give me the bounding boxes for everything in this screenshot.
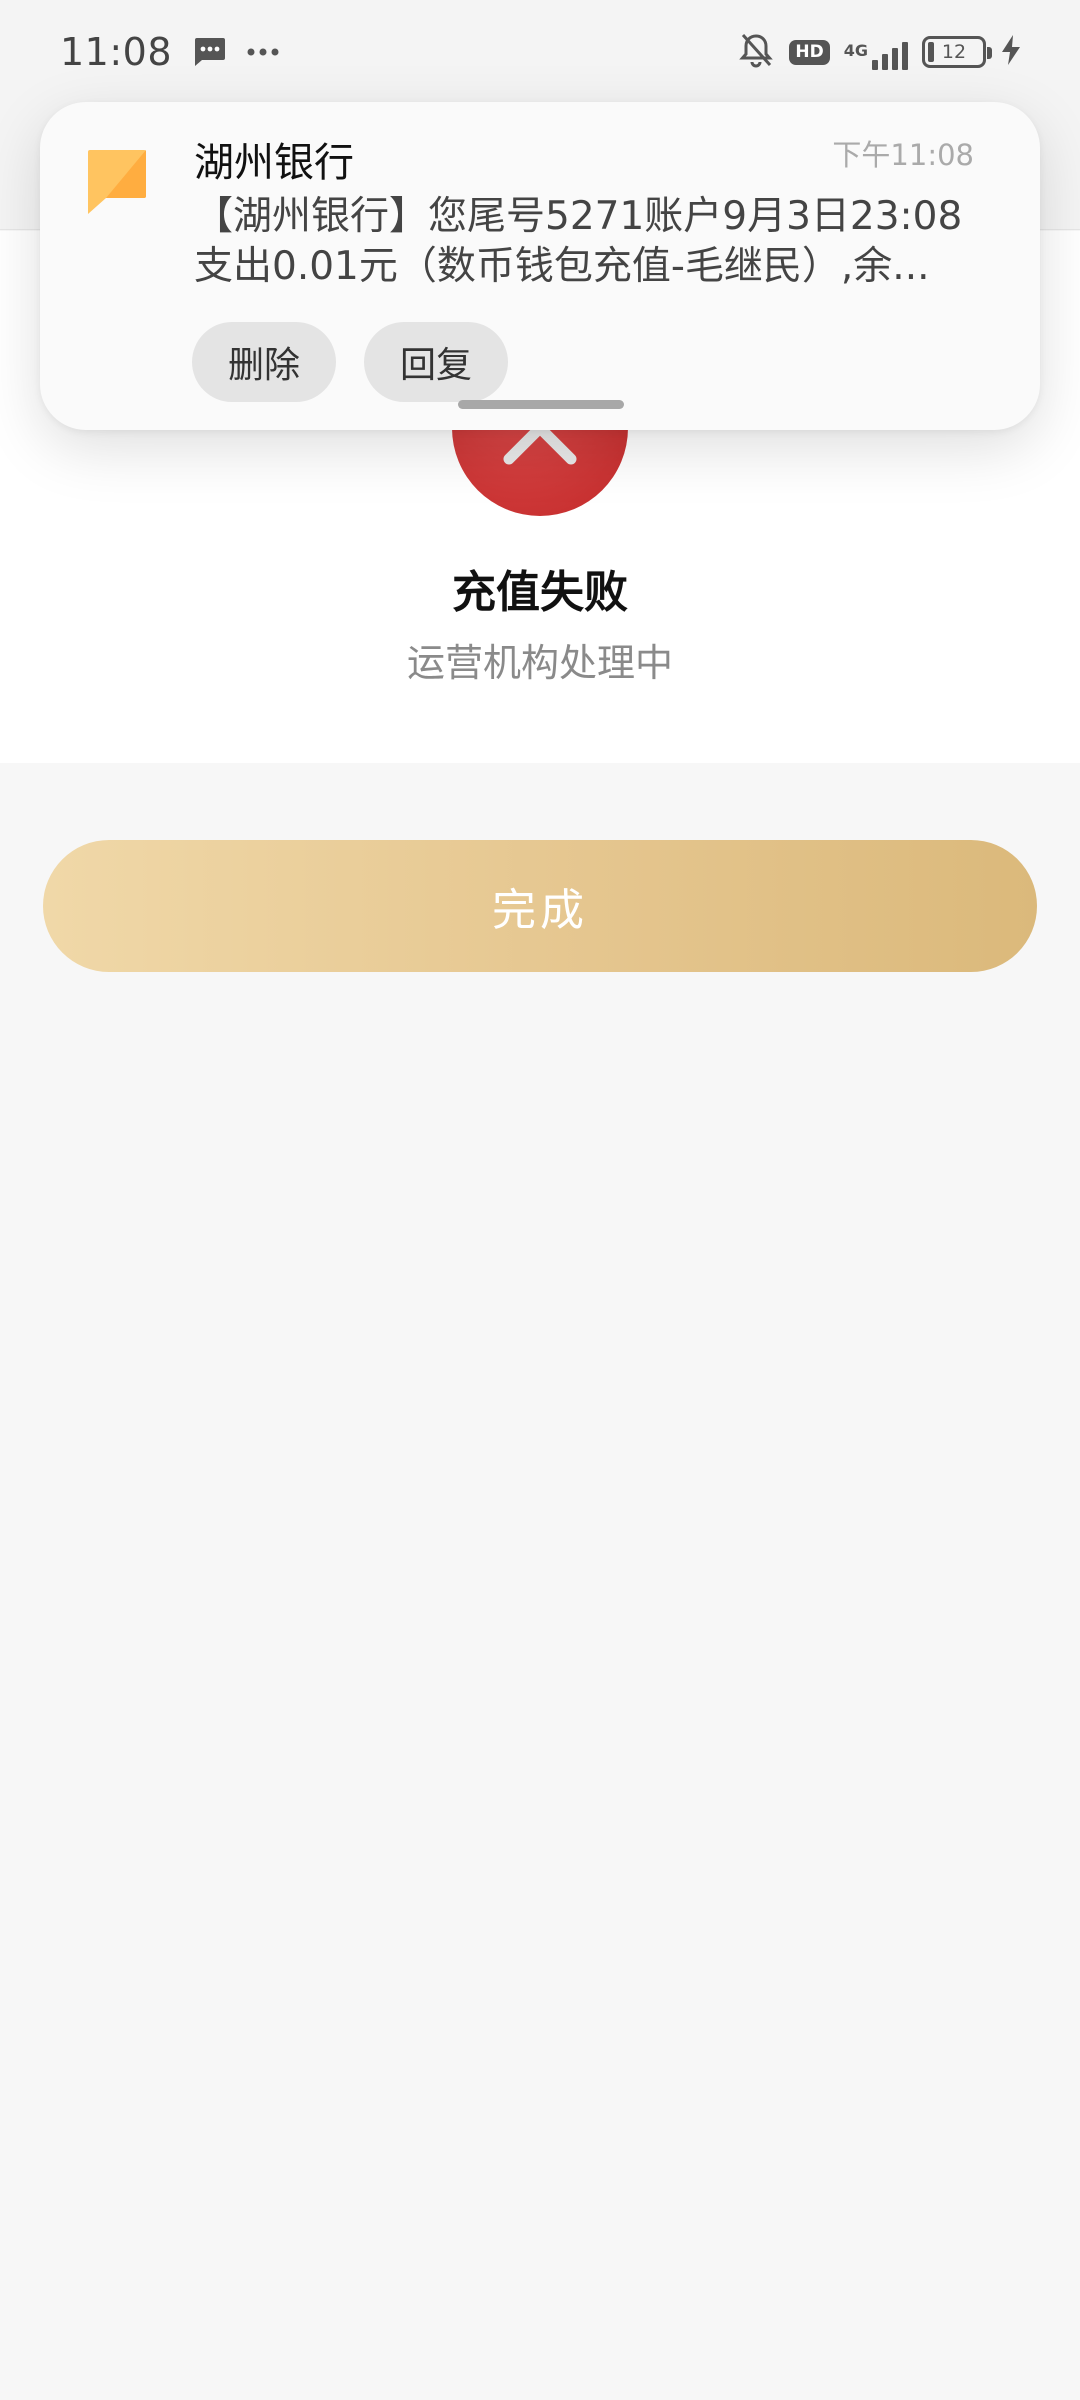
notification-time: 下午11:08 — [832, 138, 974, 172]
sms-notification[interactable]: 湖州银行 下午11:08 【湖州银行】您尾号5271账户9月3日23:08 支出… — [40, 102, 1040, 430]
done-button[interactable]: 完成 — [43, 840, 1037, 972]
signal-bar — [872, 60, 878, 70]
battery-icon: 12 — [922, 36, 992, 68]
delete-button[interactable]: 删除 — [192, 322, 337, 402]
signal-bar — [892, 48, 898, 70]
status-right: HD 4G 12 — [737, 31, 1022, 73]
signal-bar — [902, 42, 908, 70]
message-icon — [192, 36, 226, 68]
charging-bolt-icon — [1000, 34, 1022, 70]
battery-fill — [928, 42, 934, 62]
signal-strength-icon: 4G — [844, 34, 908, 70]
notification-body-line: 【湖州银行】您尾号5271账户9月3日23:08 — [194, 194, 963, 239]
more-dots-icon — [246, 47, 280, 57]
status-left: 11:08 — [60, 30, 280, 74]
hd-badge: HD — [789, 39, 830, 65]
status-subtitle: 运营机构处理中 — [406, 641, 673, 685]
notification-body-line: 支出0.01元（数币钱包充值-毛继民）,余... — [194, 244, 930, 289]
notification-app-name: 湖州银行 — [194, 140, 354, 186]
signal-bar — [882, 54, 888, 70]
status-title: 充值失败 — [452, 567, 628, 618]
notification-drag-handle[interactable] — [458, 400, 624, 409]
bell-mute-icon — [737, 31, 775, 73]
chat-bubble-icon — [84, 144, 148, 216]
reply-button[interactable]: 回复 — [364, 322, 509, 402]
network-type-label: 4G — [843, 41, 868, 60]
status-bar: 11:08 HD 4G 12 — [0, 0, 1080, 104]
notification-body: 【湖州银行】您尾号5271账户9月3日23:08 支出0.01元（数币钱包充值-… — [194, 192, 1004, 292]
battery-level: 12 — [941, 41, 967, 63]
notification-actions: 删除 回复 — [192, 322, 509, 402]
status-time: 11:08 — [60, 30, 173, 74]
